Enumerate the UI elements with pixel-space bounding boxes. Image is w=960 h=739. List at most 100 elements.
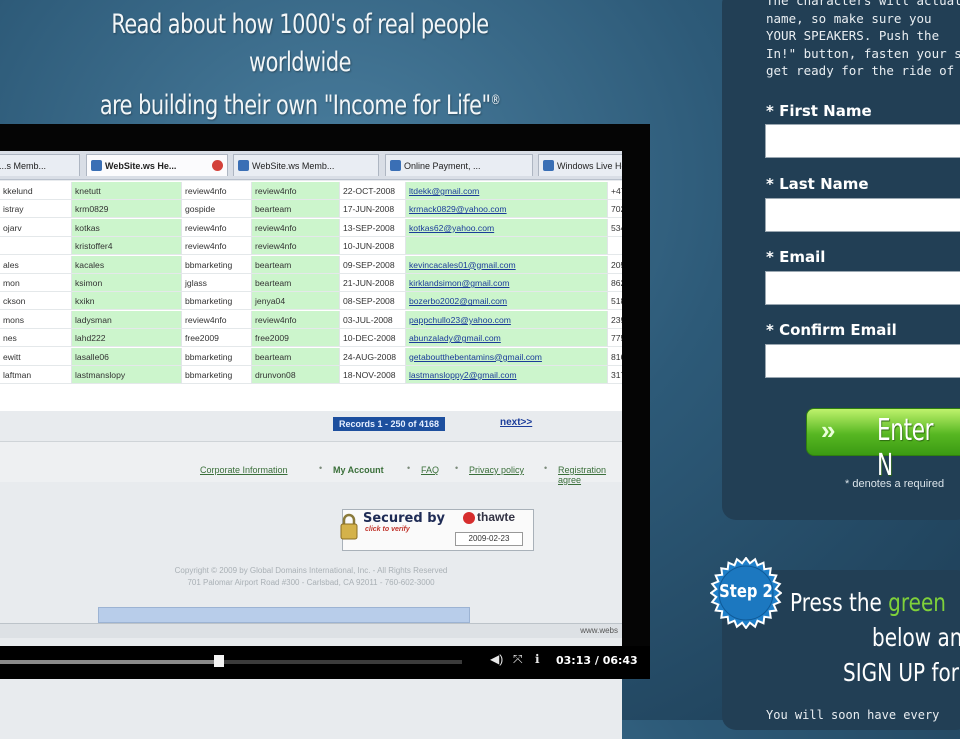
table-row: laftman lastmanslopy bbmarketing drunvon08 1… bbox=[0, 366, 622, 384]
playback-time: 03:13 / 06:43 bbox=[556, 654, 638, 667]
intro-line: In!" button, fasten your s bbox=[766, 45, 960, 61]
table-cell: mon bbox=[0, 274, 72, 292]
email-link[interactable]: kirklandsimon@gmail.com bbox=[406, 274, 608, 292]
table-cell: bbmarketing bbox=[182, 347, 252, 366]
table-cell: 239-64 bbox=[608, 311, 622, 329]
close-tab-icon[interactable] bbox=[212, 160, 223, 171]
fullscreen-icon[interactable]: ⤧ bbox=[513, 652, 523, 667]
email-label: * Email bbox=[766, 248, 826, 266]
table-cell: ckson bbox=[0, 292, 72, 311]
email-link[interactable]: lastmansloppy2@gmail.com bbox=[406, 366, 608, 384]
table-cell: 70261 bbox=[608, 200, 622, 219]
seal-verify-text: click to verify bbox=[365, 526, 410, 533]
headline-line-1: Read about how 1000's of real people wor… bbox=[111, 9, 489, 78]
table-cell: review4nfo bbox=[182, 182, 252, 200]
table-cell: lasalle06 bbox=[72, 347, 182, 366]
info-icon[interactable]: ℹ bbox=[535, 652, 540, 666]
footer-link[interactable]: Corporate Information bbox=[200, 465, 288, 475]
browser-tab[interactable]: ...s Memb... bbox=[0, 154, 80, 176]
browser-tab[interactable]: Windows Live Hot... bbox=[538, 154, 622, 176]
thawte-seal[interactable]: Secured by click to verify thawte 2009-0… bbox=[340, 509, 534, 551]
site-footer-links: Corporate Information • My Account • FAQ • Pri… bbox=[0, 441, 622, 485]
table-cell: review4nfo bbox=[182, 310, 252, 329]
table-cell: 317-87 bbox=[608, 366, 622, 384]
copyright-line-2: 701 Palomar Airport Road #300 - Carlsbad… bbox=[187, 578, 435, 587]
table-cell: kxikn bbox=[72, 292, 182, 311]
table-cell: bbmarketing bbox=[182, 255, 252, 274]
table-cell: +4747 bbox=[608, 182, 622, 200]
table-cell: mons bbox=[0, 310, 72, 329]
email-link[interactable]: bozerbo2002@gmail.com bbox=[406, 292, 608, 311]
tab-favicon-icon bbox=[91, 160, 102, 171]
browser-tab[interactable]: WebSite.ws Memb... bbox=[233, 154, 379, 176]
table-cell: free2009 bbox=[252, 329, 340, 348]
table-cell: ojarv bbox=[0, 218, 72, 237]
form-intro: The characters will actual name, so make … bbox=[766, 0, 960, 80]
headline-line-2: are building their own "Income for Life"… bbox=[59, 82, 541, 125]
email-link[interactable]: krmack0829@yahoo.com bbox=[406, 200, 608, 219]
table-cell: 22-OCT-2008 bbox=[340, 182, 406, 200]
next-page-link[interactable]: next>> bbox=[500, 417, 532, 428]
first-name-input[interactable] bbox=[765, 124, 960, 158]
enter-button[interactable]: » Enter N bbox=[806, 408, 960, 483]
table-cell: 17-JUN-2008 bbox=[340, 200, 406, 219]
seek-bar[interactable] bbox=[0, 660, 462, 664]
email-link[interactable] bbox=[406, 237, 608, 256]
tab-favicon-icon bbox=[543, 160, 554, 171]
thawte-mark-icon bbox=[463, 511, 475, 524]
double-chevron-icon: » bbox=[821, 415, 836, 445]
step2-line-1-green: green bbox=[888, 588, 946, 617]
records-indicator: Records 1 - 250 of 4168 bbox=[333, 417, 446, 431]
thawte-logo: thawte bbox=[463, 510, 515, 524]
table-cell: review4nfo bbox=[182, 218, 252, 237]
browser-tab[interactable]: Online Payment, ... bbox=[385, 154, 533, 176]
video-player[interactable]: ...s Memb... WebSite.ws He... WebSite.ws M… bbox=[0, 124, 650, 739]
step2-line-3: SIGN UP for F bbox=[843, 658, 960, 687]
table-cell: 775-24 bbox=[608, 329, 622, 348]
thawte-brand: thawte bbox=[477, 510, 516, 524]
footer-link[interactable]: Privacy policy bbox=[469, 465, 524, 475]
table-cell: 21-JUN-2008 bbox=[340, 274, 406, 292]
copyright-line-1: Copyright © 2009 by Global Domains Inter… bbox=[174, 566, 448, 575]
table-row: kristoffer4 review4nfo review4nfo 10-JUN-20… bbox=[0, 237, 622, 256]
table-cell: istray bbox=[0, 200, 72, 219]
browser-tab[interactable]: WebSite.ws He... bbox=[86, 154, 228, 176]
video-controls: ◀) ⤧ ℹ 03:13 / 06:43 bbox=[0, 646, 650, 679]
seal-date: 2009-02-23 bbox=[455, 532, 523, 546]
table-cell: gospide bbox=[182, 200, 252, 219]
table-cell: bearteam bbox=[252, 200, 340, 219]
headline-line-2-text: are building their own "Income for Life" bbox=[99, 90, 491, 121]
confirm-email-input[interactable] bbox=[765, 344, 960, 378]
copyright: Copyright © 2009 by Global Domains Inter… bbox=[0, 565, 622, 589]
footer-separator: • bbox=[319, 463, 323, 473]
required-note: * denotes a required bbox=[845, 478, 945, 490]
footer-link[interactable]: Registration agree bbox=[558, 465, 622, 485]
email-link[interactable]: getaboutthebentamins@gmail.com bbox=[406, 347, 608, 366]
table-cell: review4nfo bbox=[252, 218, 340, 237]
table-cell: kristoffer4 bbox=[72, 237, 182, 256]
email-link[interactable]: pappchullo23@yahoo.com bbox=[406, 310, 608, 329]
table-cell: 81687 bbox=[608, 348, 622, 366]
last-name-input[interactable] bbox=[765, 198, 960, 232]
table-cell: bbmarketing bbox=[182, 366, 252, 384]
table-cell: review4nfo bbox=[252, 182, 340, 200]
table-cell: 24-AUG-2008 bbox=[340, 347, 406, 366]
footer-link[interactable]: FAQ bbox=[421, 465, 439, 475]
email-link[interactable]: kotkas62@yahoo.com bbox=[406, 218, 608, 237]
footer-link[interactable]: My Account bbox=[333, 465, 384, 475]
horizontal-scrollbar[interactable] bbox=[98, 607, 470, 623]
tab-favicon-icon bbox=[238, 160, 249, 171]
padlock-icon bbox=[340, 513, 358, 540]
table-cell: 18-NOV-2008 bbox=[340, 366, 406, 384]
email-input[interactable] bbox=[765, 271, 960, 305]
browser-tab-label: Online Payment, ... bbox=[404, 161, 481, 171]
table-cell: kacales bbox=[72, 255, 182, 274]
volume-icon[interactable]: ◀) bbox=[490, 652, 503, 666]
email-link[interactable]: abunzalady@gmail.com bbox=[406, 329, 608, 348]
table-cell: 10-DEC-2008 bbox=[340, 329, 406, 348]
step2-line-2: below and bbox=[872, 623, 960, 652]
seek-handle[interactable] bbox=[213, 655, 224, 667]
table-cell: lastmanslopy bbox=[72, 366, 182, 384]
email-link[interactable]: kevincacales01@gmail.com bbox=[406, 255, 608, 274]
email-link[interactable]: ltdekk@gmail.com bbox=[406, 182, 608, 200]
